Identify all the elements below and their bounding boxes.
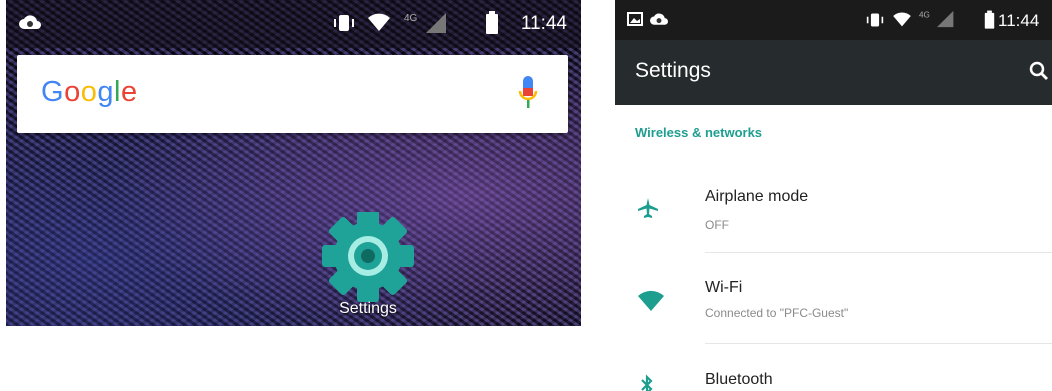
- clock: 11:44: [520, 13, 567, 34]
- cellular-signal-icon: 4G: [919, 9, 955, 34]
- mic-icon[interactable]: [518, 76, 538, 115]
- network-type: 4G: [404, 13, 418, 24]
- battery-icon: [485, 11, 499, 40]
- status-bar: 4G 11:44: [615, 0, 1052, 40]
- vibrate-icon: [866, 11, 884, 34]
- wifi-icon: [892, 12, 912, 33]
- settings-item-airplane-mode[interactable]: Airplane mode OFF: [615, 170, 1052, 253]
- wifi-icon: [367, 13, 391, 38]
- item-subtitle: OFF: [705, 218, 729, 232]
- settings-item-bluetooth[interactable]: Bluetooth: [615, 356, 1052, 391]
- airplane-icon: [637, 197, 659, 224]
- page-title: Settings: [635, 59, 711, 82]
- cloud-sync-icon: [649, 10, 669, 33]
- bluetooth-icon: [639, 374, 655, 391]
- gear-icon: [322, 210, 414, 302]
- divider: [705, 343, 1052, 344]
- wifi-icon: [637, 290, 665, 317]
- image-notification-icon: [627, 11, 643, 32]
- search-icon[interactable]: [1029, 61, 1049, 86]
- settings-app-icon[interactable]: Settings: [320, 210, 416, 322]
- app-bar: Settings: [615, 40, 1052, 105]
- network-type: 4G: [919, 10, 930, 19]
- settings-app-label: Settings: [339, 300, 397, 317]
- status-bar: 4G 11:44: [6, 0, 581, 48]
- vibrate-icon: [333, 12, 355, 39]
- item-title: Wi-Fi: [705, 279, 743, 296]
- item-subtitle: Connected to "PFC-Guest": [705, 306, 849, 320]
- settings-screen: 4G 11:44 Settings Wireless & networks Ai…: [615, 0, 1052, 391]
- battery-icon: [984, 10, 995, 35]
- google-logo: Google: [41, 76, 138, 108]
- cellular-signal-icon: 4G: [404, 11, 448, 40]
- section-header-wireless: Wireless & networks: [635, 125, 763, 140]
- google-search-bar[interactable]: Google: [17, 55, 568, 133]
- home-screen: 4G 11:44 Google Settings: [6, 0, 581, 326]
- item-title: Bluetooth: [705, 371, 773, 388]
- clock: 11:44: [998, 11, 1040, 30]
- settings-item-wifi[interactable]: Wi-Fi Connected to "PFC-Guest": [615, 262, 1052, 344]
- item-title: Airplane mode: [705, 188, 809, 205]
- wallpaper: [6, 0, 581, 326]
- cloud-sync-icon: [18, 11, 42, 38]
- divider: [705, 252, 1052, 253]
